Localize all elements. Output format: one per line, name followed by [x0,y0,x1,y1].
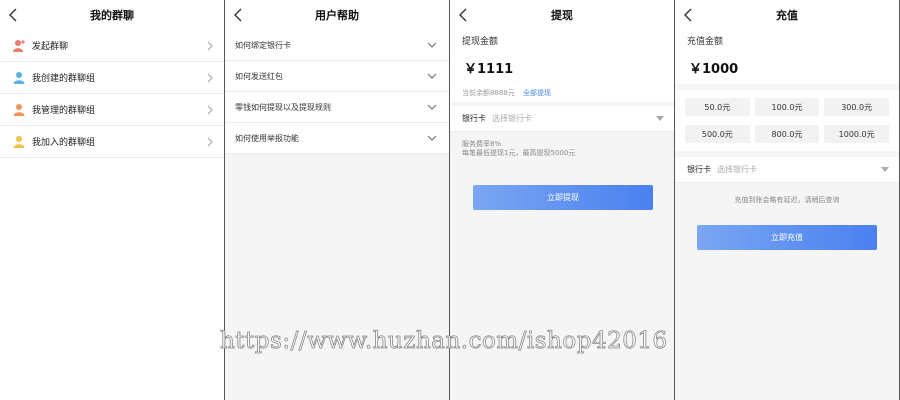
amount-label: 提现金额 [462,37,499,47]
bank-card-select[interactable]: 银行卡 选择银行卡 [675,157,899,183]
chevron-down-icon [427,135,437,141]
chevron-right-icon [207,73,213,82]
amount-option[interactable]: 50.0元 [685,98,750,116]
list-item-label: 如何绑定银行卡 [235,40,291,50]
amount-input[interactable]: ￥1000 [675,50,899,80]
group-item-start-chat[interactable]: 发起群聊 [0,30,224,62]
recharge-note: 充值到账会略有延迟，请稍后查询 [734,196,840,204]
page-title: 充值 [776,9,798,22]
help-screen: 用户帮助 如何绑定银行卡 如何发送红包 零钱如何提现以及提现规则 如何使用举报功… [225,0,450,400]
nav-bar: 我的群聊 [0,0,224,30]
bank-placeholder: 选择银行卡 [717,165,757,174]
page-title: 用户帮助 [315,9,359,22]
nav-bar: 用户帮助 [225,0,449,30]
back-arrow-icon[interactable] [458,6,472,24]
user-icon [13,103,25,116]
fee-info: 服务费率8% 每笔最低提现1元，最高提现5000元 [450,132,674,158]
user-add-icon [13,39,25,52]
amount-option[interactable]: 300.0元 [824,98,889,116]
balance-text: 当前余额8888元 [462,89,515,97]
withdraw-all-link[interactable]: 全部提现 [523,89,551,97]
amount-option[interactable]: 500.0元 [685,125,750,143]
user-icon [13,71,25,84]
group-list: 发起群聊 我创建的群聊组 我管理的群聊组 我加入的群聊组 [0,30,224,158]
list-item-label: 我加入的群聊组 [32,138,96,148]
recharge-now-button[interactable]: 立即充值 [697,225,877,250]
page-title: 我的群聊 [90,9,134,22]
back-arrow-icon[interactable] [233,6,247,24]
recharge-screen: 充值 充值金额 ￥1000 50.0元 100.0元 300.0元 500.0元… [675,0,900,400]
page-title: 提现 [551,9,573,22]
nav-bar: 提现 [450,0,674,30]
list-item-label: 我创建的群聊组 [32,74,96,84]
amount-input[interactable]: ￥1111 [450,50,674,80]
help-item-withdraw-rules[interactable]: 零钱如何提现以及提现规则 [225,92,449,123]
help-item-bind-card[interactable]: 如何绑定银行卡 [225,30,449,61]
chevron-right-icon [207,137,213,146]
help-item-report[interactable]: 如何使用举报功能 [225,123,449,154]
screens-strip: 我的群聊 发起群聊 我创建的群聊组 我管理的群聊组 我加入的群聊组 用户帮助 如… [0,0,900,400]
my-groups-screen: 我的群聊 发起群聊 我创建的群聊组 我管理的群聊组 我加入的群聊组 [0,0,225,400]
dropdown-triangle-icon [656,116,664,121]
list-item-label: 发起群聊 [32,42,69,52]
chevron-right-icon [207,105,213,114]
bank-label: 银行卡 [462,114,486,123]
withdraw-now-button[interactable]: 立即提现 [473,185,653,210]
amount-option[interactable]: 1000.0元 [824,125,889,143]
chevron-down-icon [427,73,437,79]
nav-bar: 充值 [675,0,899,30]
group-item-created[interactable]: 我创建的群聊组 [0,62,224,94]
list-item-label: 如何使用举报功能 [235,133,299,143]
list-item-label: 我管理的群聊组 [32,106,96,116]
back-arrow-icon[interactable] [8,6,22,24]
group-item-joined[interactable]: 我加入的群聊组 [0,126,224,158]
amount-option[interactable]: 800.0元 [754,125,820,143]
bank-placeholder: 选择银行卡 [492,114,532,123]
list-item-label: 如何发送红包 [235,71,283,81]
amount-panel: 充值金额 ￥1000 [675,30,899,84]
chevron-right-icon [207,41,213,50]
fee-rate: 服务费率8% [462,140,502,148]
amount-panel: 提现金额 ￥1111 当前余额8888元 全部提现 [450,30,674,102]
chevron-down-icon [427,42,437,48]
amount-label: 充值金额 [687,37,724,47]
back-arrow-icon[interactable] [683,6,697,24]
dropdown-triangle-icon [881,167,889,172]
chevron-down-icon [427,104,437,110]
withdraw-screen: 提现 提现金额 ￥1111 当前余额8888元 全部提现 银行卡 选择银行卡 服… [450,0,675,400]
fee-limits: 每笔最低提现1元，最高提现5000元 [462,149,576,157]
user-icon [13,135,25,148]
balance-note: 当前余额8888元 全部提现 [450,80,674,102]
group-item-managed[interactable]: 我管理的群聊组 [0,94,224,126]
amount-option[interactable]: 100.0元 [754,98,820,116]
bank-card-select[interactable]: 银行卡 选择银行卡 [450,106,674,132]
amount-options: 50.0元 100.0元 300.0元 500.0元 800.0元 1000.0… [675,90,899,151]
bank-label: 银行卡 [687,165,711,174]
help-item-send-redpacket[interactable]: 如何发送红包 [225,61,449,92]
list-item-label: 零钱如何提现以及提现规则 [235,102,331,112]
help-list: 如何绑定银行卡 如何发送红包 零钱如何提现以及提现规则 如何使用举报功能 [225,30,449,154]
